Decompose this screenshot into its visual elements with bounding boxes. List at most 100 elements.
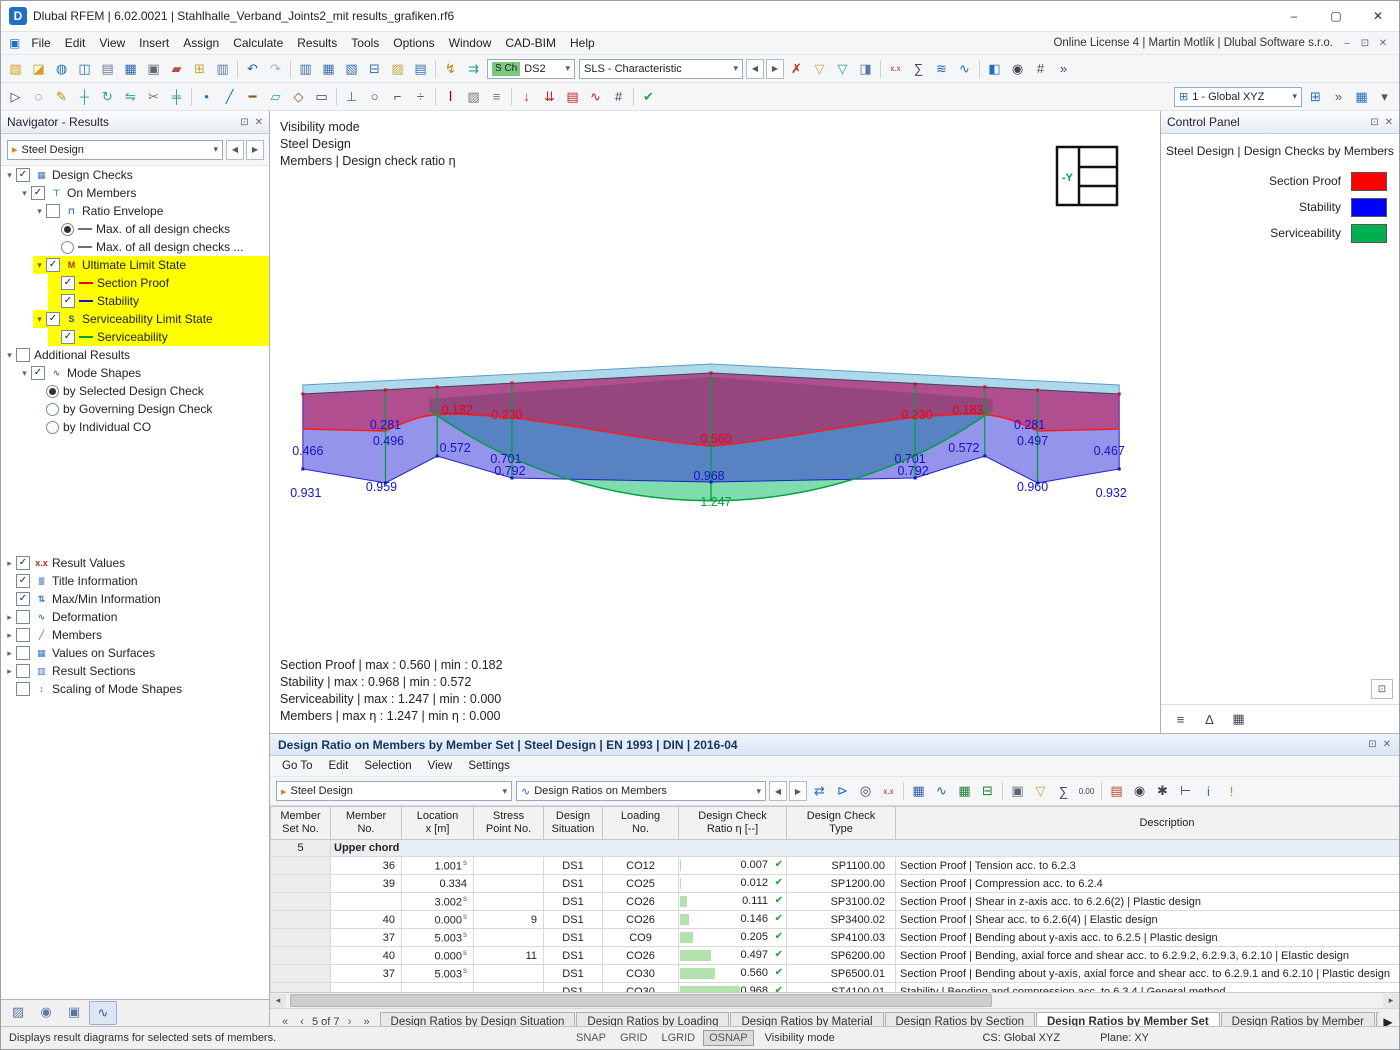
table-row[interactable]: 375.003sDS1CO90.205✔SP4100.03Section Pro…	[271, 929, 1400, 947]
status-toggle-lgrid[interactable]: LGRID	[655, 1030, 701, 1046]
status-toggle-snap[interactable]: SNAP	[570, 1030, 612, 1046]
decimal-places-icon[interactable]: 0.00	[1075, 780, 1098, 802]
status-toggle-grid[interactable]: GRID	[614, 1030, 654, 1046]
maximize-button[interactable]: ▢	[1315, 1, 1357, 31]
table-result-type-combo[interactable]: ∿ Design Ratios on Members ▾	[516, 781, 766, 801]
measure-icon[interactable]: #	[607, 86, 630, 108]
load-cases-icon[interactable]: ↯	[439, 58, 462, 80]
menu-calculate[interactable]: Calculate	[226, 34, 290, 52]
result-diagrams-icon[interactable]: ∿	[953, 58, 976, 80]
color-ratio-icon[interactable]: ▤	[1105, 780, 1128, 802]
color-scale-icon[interactable]: ▦	[1227, 708, 1250, 730]
minimize-button[interactable]: –	[1273, 1, 1315, 31]
table-view-icon[interactable]: ▦	[907, 780, 930, 802]
previous-result-table-button[interactable]: ◀	[769, 781, 787, 801]
expander-icon[interactable]: ▾	[3, 350, 16, 361]
checkbox[interactable]	[16, 348, 30, 362]
excel-export-icon[interactable]: ▦	[953, 780, 976, 802]
dlubal-center-icon[interactable]: ◍	[50, 58, 73, 80]
menu-cad-bim[interactable]: CAD-BIM	[498, 34, 563, 52]
column-header-stress-point-no[interactable]: StressPoint No.	[474, 807, 544, 840]
expander-icon[interactable]: ▸	[3, 666, 16, 677]
previous-load-case-button[interactable]: ◀	[746, 59, 764, 79]
panel-collapse-button[interactable]: ⊡	[1371, 679, 1393, 699]
checkbox[interactable]	[16, 682, 30, 696]
load-case-combo[interactable]: S Ch DS2 ▾	[487, 59, 575, 79]
expander-icon[interactable]: ▾	[18, 188, 31, 199]
table-row[interactable]: 375.003sDS1CO300.560✔SP6500.01Section Pr…	[271, 965, 1400, 983]
expander-icon[interactable]: ▾	[33, 314, 46, 325]
table-row[interactable]: 390.334DS1CO250.012✔SP1200.00Section Pro…	[271, 875, 1400, 893]
scroll-right-icon[interactable]: ▸	[1383, 994, 1399, 1008]
table-menu-edit[interactable]: Edit	[320, 759, 356, 773]
more-tools-icon[interactable]: »	[1327, 86, 1350, 108]
table-layout-1-icon[interactable]: ▥	[294, 58, 317, 80]
surface-icon[interactable]: ▱	[264, 86, 287, 108]
sum-results-icon[interactable]: ∑	[907, 58, 930, 80]
radio-button[interactable]	[61, 223, 74, 236]
support-icon[interactable]: ⊥	[340, 86, 363, 108]
menu-edit[interactable]: Edit	[58, 34, 93, 52]
radio-button[interactable]	[46, 421, 59, 434]
trim-icon[interactable]: ✂	[142, 86, 165, 108]
graphics-viewport[interactable]: 0.1820.2300.5600.2300.1830.2810.4960.466…	[270, 111, 1160, 733]
column-header-location-x-m[interactable]: Locationx [m]	[402, 807, 474, 840]
member-icon[interactable]: ━	[241, 86, 264, 108]
new-model-icon[interactable]: ▧	[4, 58, 27, 80]
delete-results-icon[interactable]: ✗	[785, 58, 808, 80]
apply-check-icon[interactable]: ✔	[637, 86, 660, 108]
expander-icon[interactable]: ▸	[3, 612, 16, 623]
scale-icon[interactable]: Δ	[1198, 708, 1221, 730]
pointer-icon[interactable]: ▷	[4, 86, 27, 108]
column-header-member-set-no[interactable]: MemberSet No.	[271, 807, 331, 840]
printout-report-icon[interactable]: ▥	[211, 58, 234, 80]
column-header-design-check-type[interactable]: Design CheckType	[787, 807, 896, 840]
tree-item-result-sections[interactable]: ▸▥Result Sections	[1, 662, 269, 680]
menu-insert[interactable]: Insert	[132, 34, 176, 52]
column-header-member-no[interactable]: MemberNo.	[331, 807, 402, 840]
partial-view-icon[interactable]: ◨	[854, 58, 877, 80]
checkbox[interactable]: ✓	[16, 574, 30, 588]
menu-window[interactable]: Window	[442, 34, 499, 52]
view-orientation-widget[interactable]: -Y	[1050, 143, 1122, 214]
area-load-icon[interactable]: ▤	[561, 86, 584, 108]
nodal-load-icon[interactable]: ↓	[515, 86, 538, 108]
dropdown-more-icon[interactable]: ▾	[1373, 86, 1396, 108]
sync-selection-icon[interactable]: ⇄	[808, 780, 831, 802]
redo-icon[interactable]: ↷	[264, 58, 287, 80]
tree-item-members[interactable]: ▸╱Members	[1, 626, 269, 644]
table-row[interactable]: 361.001sDS1CO120.007✔SP1100.00Section Pr…	[271, 857, 1400, 875]
mdi-restore-icon[interactable]: ⊡	[1357, 38, 1373, 49]
table-menu-selection[interactable]: Selection	[356, 759, 419, 773]
float-panel-icon[interactable]: ⊡	[240, 117, 248, 128]
line-icon[interactable]: ╱	[218, 86, 241, 108]
design-addon-combo[interactable]: ▸ Steel Design ▾	[7, 140, 223, 160]
expander-icon[interactable]: ▸	[3, 558, 16, 569]
export-icon[interactable]: ▰	[165, 58, 188, 80]
column-header-design-situation[interactable]: DesignSituation	[544, 807, 603, 840]
tree-item-max-of-all-design-checks[interactable]: Max. of all design checks	[1, 220, 269, 238]
float-panel-icon[interactable]: ⊡	[1370, 117, 1378, 128]
column-header-description[interactable]: Description	[896, 807, 1400, 840]
print-preview-icon[interactable]: ▤	[96, 58, 119, 80]
expander-icon[interactable]: ▾	[33, 206, 46, 217]
chart-view-icon[interactable]: ∿	[930, 780, 953, 802]
thickness-icon[interactable]: ≡	[485, 86, 508, 108]
results-table[interactable]: MemberSet No.MemberNo.Locationx [m]Stres…	[270, 806, 1399, 992]
checkbox[interactable]: ✓	[31, 186, 45, 200]
scrollbar-thumb[interactable]	[290, 994, 992, 1007]
table-row[interactable]: DS1CO300.968✔ST4100.01Stability | Bendin…	[271, 983, 1400, 993]
next-result-table-button[interactable]: ▶	[789, 781, 807, 801]
checkbox[interactable]: ✓	[61, 276, 75, 290]
display-grid-icon[interactable]: ▦	[1350, 86, 1373, 108]
show-results-icon[interactable]: ≋	[930, 58, 953, 80]
info-icon[interactable]: i	[1197, 780, 1220, 802]
table-row[interactable]: 3.002sDS1CO260.111✔SP3100.02Section Proo…	[271, 893, 1400, 911]
more-icon[interactable]: »	[1052, 58, 1075, 80]
table-row[interactable]: 400.000s9DS1CO260.146✔SP3400.02Section P…	[271, 911, 1400, 929]
section-icon[interactable]: Ⅰ	[439, 86, 462, 108]
coordinate-system-combo[interactable]: ⊞ 1 - Global XYZ ▾	[1174, 87, 1302, 107]
tree-item-scaling-of-mode-shapes[interactable]: ↕Scaling of Mode Shapes	[1, 680, 269, 698]
table-design-combo[interactable]: ▸ Steel Design ▾	[276, 781, 512, 801]
manage-models-icon[interactable]: ◫	[73, 58, 96, 80]
